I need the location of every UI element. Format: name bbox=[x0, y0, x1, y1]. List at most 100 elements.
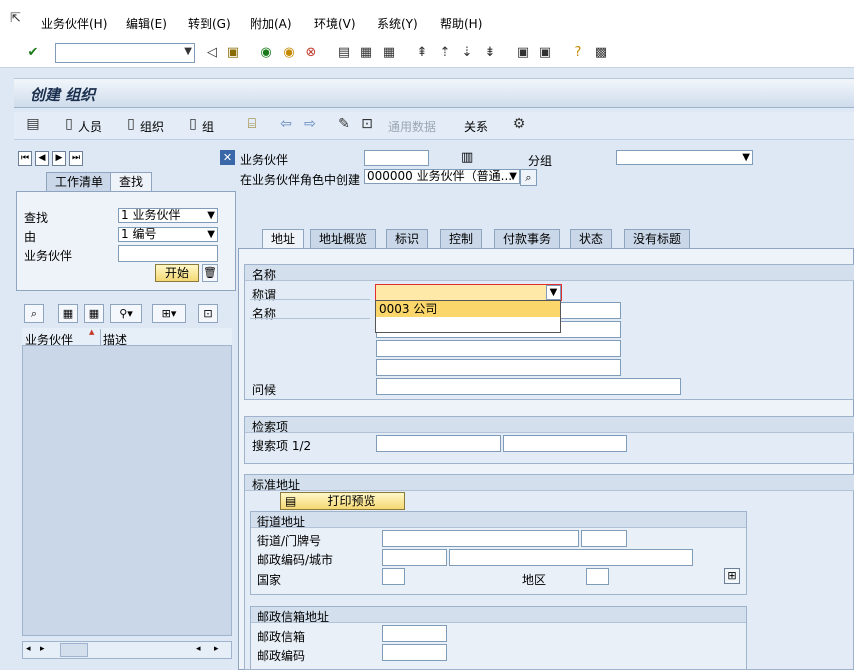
menu-exit-icon[interactable]: ⇱ bbox=[10, 12, 26, 26]
scroll-right-icon[interactable]: ▸ bbox=[214, 644, 219, 654]
name-4-input[interactable] bbox=[376, 359, 621, 376]
name-group-header bbox=[245, 265, 854, 281]
general-data-button[interactable]: 通用数据 bbox=[388, 118, 436, 135]
layout-menu-icon[interactable]: ▩ bbox=[592, 44, 610, 62]
role-select[interactable]: 000000 业务伙伴（普通... ▼ bbox=[364, 169, 520, 184]
filter-icon[interactable]: ⚲▾ bbox=[110, 304, 142, 323]
first-page-icon[interactable]: ⇞ bbox=[413, 44, 431, 62]
postal-code-input[interactable] bbox=[382, 549, 447, 566]
find-icon[interactable]: ▦ bbox=[357, 44, 375, 62]
command-field[interactable]: ▼ bbox=[55, 43, 195, 63]
lock-icon[interactable]: ⊡ bbox=[358, 116, 376, 132]
house-number-input[interactable] bbox=[581, 530, 627, 547]
tab-status[interactable]: 状态 bbox=[570, 229, 613, 248]
menu-edit[interactable]: 编辑(E) bbox=[126, 15, 167, 32]
tab-address[interactable]: 地址 bbox=[262, 229, 305, 248]
open-folder-icon[interactable]: ⌸ bbox=[243, 116, 261, 132]
cancel-icon[interactable]: ⊗ bbox=[302, 44, 320, 62]
scroll-thumb[interactable] bbox=[60, 643, 88, 657]
save-icon[interactable]: ▣ bbox=[224, 44, 242, 62]
tab-find[interactable]: 查找 bbox=[110, 172, 153, 192]
tab-control[interactable]: 控制 bbox=[440, 229, 483, 248]
more-fields-icon[interactable]: ⊞ bbox=[724, 568, 740, 584]
grouping-select[interactable]: ▼ bbox=[616, 150, 753, 165]
next-icon[interactable]: ▶ bbox=[52, 151, 66, 166]
chevron-down-icon[interactable]: ▼ bbox=[546, 285, 561, 300]
last-icon[interactable]: ⏭ bbox=[69, 151, 83, 166]
column-bp[interactable]: 业务伙伴 bbox=[25, 331, 73, 348]
prev-icon[interactable]: ◀ bbox=[35, 151, 49, 166]
tab-untitled[interactable]: 没有标题 bbox=[624, 229, 691, 248]
last-page-icon[interactable]: ⇟ bbox=[481, 44, 499, 62]
name-3-input[interactable] bbox=[376, 340, 621, 357]
grouping-label: 分组 bbox=[528, 154, 553, 168]
city-input[interactable] bbox=[449, 549, 693, 566]
document-icon: ▯ bbox=[189, 116, 197, 132]
dropdown-option-company[interactable]: 0003 公司 bbox=[376, 301, 560, 317]
menu-extras[interactable]: 附加(A) bbox=[250, 15, 292, 32]
prev-page-icon[interactable]: ⇡ bbox=[436, 44, 454, 62]
layout-icon[interactable]: ⊞▾ bbox=[152, 304, 186, 323]
pobox-address-title: 邮政信箱地址 bbox=[257, 610, 330, 624]
next-page-icon[interactable]: ⇣ bbox=[458, 44, 476, 62]
menu-help[interactable]: 帮助(H) bbox=[440, 15, 482, 32]
back-small-icon[interactable]: ◁ bbox=[203, 44, 221, 62]
find-next-icon[interactable]: ▦ bbox=[380, 44, 398, 62]
create-person-button[interactable]: 人员 bbox=[78, 118, 102, 135]
help-icon[interactable]: ? bbox=[569, 44, 587, 62]
shortcut-icon[interactable]: ▣ bbox=[536, 44, 554, 62]
menu-goto[interactable]: 转到(G) bbox=[188, 15, 231, 32]
menu-business-partner[interactable]: 业务伙伴(H) bbox=[41, 15, 107, 32]
street-input[interactable] bbox=[382, 530, 579, 547]
relations-button[interactable]: 关系 bbox=[464, 118, 488, 135]
create-group-button[interactable]: 组 bbox=[202, 118, 214, 135]
export-icon[interactable]: ⊡ bbox=[198, 304, 218, 323]
bp-search-input[interactable] bbox=[118, 245, 218, 262]
pobox-input[interactable] bbox=[382, 625, 447, 642]
back-icon[interactable]: ◉ bbox=[257, 44, 275, 62]
column-description[interactable]: 描述 bbox=[103, 331, 127, 348]
tab-payment[interactable]: 付款事务 bbox=[494, 229, 561, 248]
bp-number-input[interactable] bbox=[364, 150, 429, 166]
new-session-icon[interactable]: ▣ bbox=[514, 44, 532, 62]
tab-identification[interactable]: 标识 bbox=[386, 229, 429, 248]
search-term-1-input[interactable] bbox=[376, 435, 501, 452]
chevron-down-icon: ▼ bbox=[742, 152, 750, 163]
settings-icon[interactable]: ⚙ bbox=[510, 116, 528, 132]
region-input[interactable] bbox=[586, 568, 609, 585]
scroll-right-icon[interactable]: ▸ bbox=[40, 644, 45, 654]
greeting-input[interactable] bbox=[376, 378, 681, 395]
pobox-postal-input[interactable] bbox=[382, 644, 447, 661]
standard-address-header bbox=[245, 475, 854, 491]
enter-check-icon[interactable]: ✔ bbox=[24, 44, 42, 62]
tab-worklist[interactable]: 工作清单 bbox=[46, 172, 113, 192]
create-organization-button[interactable]: 组织 bbox=[140, 118, 164, 135]
find-icon[interactable]: ▦ bbox=[58, 304, 78, 323]
first-icon[interactable]: ⏮ bbox=[18, 151, 32, 166]
region-label: 地区 bbox=[522, 573, 547, 587]
country-input[interactable] bbox=[382, 568, 405, 585]
find-select[interactable]: 1 业务伙伴 ▼ bbox=[118, 208, 218, 223]
by-select[interactable]: 1 编号 ▼ bbox=[118, 227, 218, 242]
arrow-right-icon[interactable]: ⇨ bbox=[301, 116, 319, 132]
find-next-icon[interactable]: ▦ bbox=[84, 304, 104, 323]
search-term-2-input[interactable] bbox=[503, 435, 627, 452]
print-preview-button[interactable]: ▤ 打印预览 bbox=[280, 492, 405, 510]
scroll-left-icon[interactable]: ◂ bbox=[196, 644, 201, 654]
menu-system[interactable]: 系统(Y) bbox=[377, 15, 418, 32]
arrow-left-icon[interactable]: ⇦ bbox=[277, 116, 295, 132]
detail-icon[interactable]: ⌕ bbox=[24, 304, 44, 323]
pobox-postal-label: 邮政编码 bbox=[257, 649, 306, 663]
exit-icon[interactable]: ◉ bbox=[280, 44, 298, 62]
start-button[interactable]: 开始 bbox=[155, 264, 199, 282]
trash-icon[interactable]: 🗑 bbox=[202, 264, 218, 282]
edit-pencil-icon[interactable]: ✎ bbox=[335, 116, 353, 132]
locator-toggle-icon[interactable]: ▤ bbox=[24, 116, 42, 132]
print-icon[interactable]: ▤ bbox=[335, 44, 353, 62]
scroll-left-icon[interactable]: ◂ bbox=[26, 644, 31, 654]
salutation-select[interactable] bbox=[375, 284, 562, 301]
close-locator-icon[interactable]: ✕ bbox=[220, 150, 235, 165]
role-search-icon[interactable]: ⌕ bbox=[520, 169, 537, 186]
tab-address-overview[interactable]: 地址概览 bbox=[310, 229, 377, 248]
menu-environment[interactable]: 环境(V) bbox=[314, 15, 356, 32]
